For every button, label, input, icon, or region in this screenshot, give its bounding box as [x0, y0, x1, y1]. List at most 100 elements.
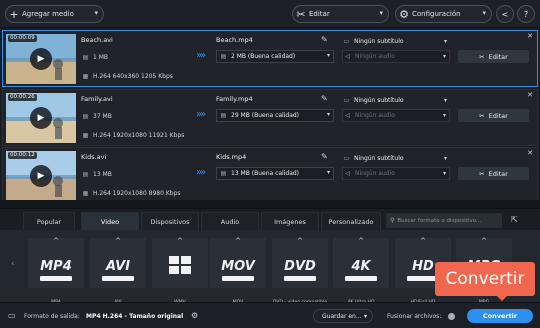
output-size-label: 2 MB (Buena calidad) [231, 53, 296, 60]
tab-images[interactable]: Imágenes [261, 212, 319, 230]
tab-popular[interactable]: Popular [23, 212, 75, 230]
chevron-down-icon: ▾ [326, 111, 330, 118]
speaker-icon: ◁ [345, 112, 350, 119]
source-filename: Beach.avi [81, 36, 113, 44]
row-edit-button[interactable]: ✂ Editar [458, 109, 529, 122]
export-icon[interactable]: ⇱ [511, 215, 518, 224]
merge-files-label: Fusionar archivos: [387, 313, 442, 320]
pencil-icon[interactable]: ✎ [321, 94, 328, 103]
tab-audio[interactable]: Audio [201, 212, 259, 230]
format-tile[interactable]: ^ MOV MOV [210, 237, 266, 305]
tab-video[interactable]: Video [81, 212, 139, 230]
row-edit-label: Editar [488, 52, 508, 61]
file-row[interactable]: 00:00:12 ▶ Kids.avi ▤ 13 MB ▦ H.264 1920… [2, 147, 538, 204]
format-tile[interactable]: ^ AVI AVI [90, 237, 146, 305]
folder-icon[interactable]: ▭ [8, 311, 16, 320]
source-meta: ▦ H.264 640x360 1205 Kbps [81, 72, 173, 81]
panel-divider [0, 200, 540, 208]
output-size-select[interactable]: ▤ 2 MB (Buena calidad) ▾ [216, 50, 334, 63]
chevron-down-icon: ▾ [326, 169, 330, 176]
share-icon: < [501, 9, 509, 19]
output-size-select[interactable]: ▤ 13 MB (Buena calidad) ▾ [216, 167, 334, 180]
subtitle-label: Ningún subtítulo [354, 154, 404, 162]
play-icon[interactable]: ▶ [30, 165, 52, 187]
file-icon: ▤ [220, 112, 227, 119]
save-to-button[interactable]: Guardar en... ▾ [313, 309, 373, 323]
scissors-icon: ✂ [479, 52, 485, 61]
row-edit-label: Editar [488, 169, 508, 178]
settings-button[interactable]: ⚙ Configuración ▾ [395, 5, 492, 23]
subtitle-select[interactable]: ▭ Ningún subtítulo ▾ [342, 35, 450, 47]
source-meta-label: H.264 1920x1080 8980 Kbps [93, 190, 181, 197]
chevron-up-icon[interactable]: ^ [333, 237, 389, 245]
chevron-up-icon[interactable]: ^ [28, 237, 84, 245]
format-tile[interactable]: ^ MP4 MP4 [28, 237, 84, 305]
convert-arrows-icon: »» [196, 50, 206, 61]
tab-devices[interactable]: Dispositivos [141, 212, 199, 230]
top-toolbar: + Agregar medio ▾ ✂ Editar ▾ ⚙ Configura… [0, 0, 540, 28]
row-edit-button[interactable]: ✂ Editar [458, 167, 529, 180]
audio-label: Ningún audio [355, 53, 395, 60]
chevron-up-icon[interactable]: ^ [210, 237, 266, 245]
chevron-down-icon: ▾ [443, 37, 447, 45]
speaker-icon: ◁ [345, 53, 350, 60]
subtitle-icon: ▭ [343, 37, 350, 45]
row-edit-button[interactable]: ✂ Editar [458, 50, 529, 63]
help-button[interactable]: ? [517, 5, 535, 23]
tab-custom[interactable]: Personalizado [321, 212, 381, 230]
row-edit-label: Editar [488, 111, 508, 120]
pencil-icon[interactable]: ✎ [321, 35, 328, 44]
edit-button[interactable]: ✂ Editar ▾ [292, 5, 389, 23]
chevron-down-icon: ▾ [442, 170, 446, 177]
convert-button[interactable]: Convertir [467, 309, 533, 323]
scissors-icon: ✂ [479, 111, 485, 120]
chevron-up-icon[interactable]: ^ [152, 237, 208, 245]
chevron-up-icon[interactable]: ^ [272, 237, 328, 245]
chevron-up-icon[interactable]: ^ [395, 237, 451, 245]
video-thumbnail[interactable]: 00:00:26 ▶ [6, 93, 76, 143]
gear-icon[interactable]: ⚙ [191, 311, 198, 320]
format-tile[interactable]: ^ DVD DVD - video compatible [272, 237, 328, 305]
format-search-input[interactable]: ⚲ Buscar formato o dispositivo... [386, 213, 502, 228]
subtitle-select[interactable]: ▭ Ningún subtítulo ▾ [342, 152, 450, 164]
format-logo: MOV [221, 259, 255, 274]
output-size-select[interactable]: ▤ 29 MB (Buena calidad) ▾ [216, 109, 334, 122]
source-size-label: 13 MB [93, 171, 112, 178]
source-size: ▤ 13 MB [81, 170, 112, 179]
file-row[interactable]: 00:00:26 ▶ Family.avi ▤ 37 MB ▦ H.264 19… [2, 89, 538, 146]
audio-select[interactable]: ◁ Ningún audio ▾ [342, 167, 450, 180]
play-icon[interactable]: ▶ [30, 48, 52, 70]
film-icon: ▦ [82, 132, 89, 139]
format-tile[interactable]: ^ 4K 4K Ultra HD [333, 237, 389, 305]
video-thumbnail[interactable]: 00:00:12 ▶ [6, 151, 76, 201]
audio-select[interactable]: ◁ Ningún audio ▾ [342, 50, 450, 63]
source-size-label: 37 MB [93, 113, 112, 120]
share-button[interactable]: < [496, 5, 514, 23]
chevron-down-icon: ▾ [443, 96, 447, 104]
video-thumbnail[interactable]: 00:00:09 ▶ [6, 34, 76, 84]
file-icon: ▤ [220, 170, 227, 177]
chevron-left-icon[interactable]: ‹ [11, 259, 15, 269]
add-media-button[interactable]: + Agregar medio ▾ [5, 5, 104, 23]
output-format-value[interactable]: MP4 H.264 - Tamaño original [86, 313, 183, 320]
play-icon[interactable]: ▶ [30, 107, 52, 129]
format-tile[interactable]: ^ WMV [152, 237, 208, 305]
file-row[interactable]: 00:00:09 ▶ Beach.avi ▤ 1 MB ▦ H.264 640x… [2, 30, 538, 87]
source-meta-label: H.264 1920x1080 11921 Kbps [93, 132, 185, 139]
file-icon: ▤ [82, 171, 89, 178]
merge-files-toggle[interactable] [448, 313, 455, 320]
close-icon[interactable]: ✕ [527, 32, 533, 40]
subtitle-select[interactable]: ▭ Ningún subtítulo ▾ [342, 94, 450, 106]
close-icon[interactable]: ✕ [527, 149, 533, 157]
chevron-down-icon: ▾ [379, 9, 383, 17]
close-icon[interactable]: ✕ [527, 91, 533, 99]
chevron-up-icon[interactable]: ^ [90, 237, 146, 245]
source-filename: Family.avi [81, 95, 113, 103]
film-icon: ▦ [82, 73, 89, 80]
pencil-icon[interactable]: ✎ [321, 152, 328, 161]
chevron-up-icon[interactable]: ^ [456, 237, 512, 245]
audio-select[interactable]: ◁ Ningún audio ▾ [342, 109, 450, 122]
format-logo-bar [222, 276, 254, 281]
converter-window: + Agregar medio ▾ ✂ Editar ▾ ⚙ Configura… [0, 0, 540, 328]
callout-label: Convertir [445, 269, 525, 289]
